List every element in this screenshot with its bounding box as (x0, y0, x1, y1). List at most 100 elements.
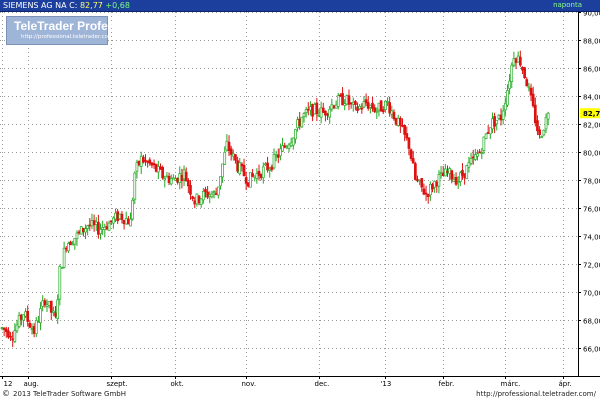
candle-up (231, 153, 235, 157)
candle-up (390, 110, 394, 115)
candle-up (178, 173, 182, 183)
candle-down (298, 118, 302, 127)
candle-up (112, 217, 115, 224)
candle-down (54, 312, 57, 317)
candle-down (229, 148, 233, 155)
candle-down (7, 330, 10, 338)
candle-down (424, 192, 428, 195)
candle-up (221, 163, 224, 178)
candle-up (249, 171, 252, 188)
candle-up (124, 218, 128, 225)
candle-down (332, 105, 336, 109)
candle-down (120, 213, 124, 220)
candle-up (86, 225, 90, 229)
candle-up (328, 108, 332, 118)
candle-up (313, 104, 317, 115)
y-tick-label: 72,00 (583, 262, 600, 270)
candle-down (283, 145, 287, 148)
candle-up (195, 193, 199, 205)
candle-down (122, 220, 126, 225)
candle-down (538, 129, 541, 136)
candle-up (345, 95, 349, 105)
candle-down (244, 177, 248, 184)
candle-down (525, 79, 529, 87)
candle-up (546, 112, 550, 120)
candle-up (351, 101, 355, 105)
candle-up (169, 178, 173, 185)
candle-down (154, 164, 158, 172)
candle-up (13, 330, 17, 342)
candle-up (225, 140, 229, 151)
candle-up (334, 104, 338, 109)
candle-up (201, 191, 205, 201)
candle-down (144, 159, 147, 162)
candle-up (56, 299, 60, 319)
candle-up (510, 64, 514, 82)
y-tick-label: 84,00 (583, 94, 600, 102)
candle-up (157, 166, 160, 173)
candle-up (377, 102, 381, 111)
candle-down (19, 314, 23, 320)
candle-down (180, 174, 184, 182)
candle-up (47, 301, 51, 307)
candle-up (34, 320, 38, 335)
candle-down (152, 163, 156, 166)
candle-down (461, 170, 464, 176)
y-tick-label: 86,00 (583, 66, 600, 74)
x-tick-label: ápr. (559, 380, 572, 388)
candle-up (429, 183, 432, 196)
footer-url[interactable]: http://professional.teletrader.com/ (476, 388, 596, 400)
candle-down (364, 99, 368, 104)
candle-down (373, 107, 377, 113)
candle-up (480, 152, 484, 154)
last-price-value: 82,77 (79, 1, 103, 10)
candle-up (101, 227, 105, 230)
candle-up (317, 114, 321, 117)
candle-down (420, 178, 424, 188)
candle-down (49, 300, 53, 313)
candle-up (458, 172, 462, 182)
candle-down (471, 156, 475, 159)
candle-down (478, 151, 481, 154)
candle-down (64, 247, 68, 250)
candle-up (0, 327, 4, 329)
candle-up (165, 175, 169, 178)
candle-up (467, 162, 471, 168)
candle-down (388, 102, 392, 114)
candle-up (274, 154, 278, 157)
candle-down (422, 188, 426, 195)
candle-up (24, 311, 27, 317)
candle-up (114, 212, 117, 220)
candle-down (26, 310, 30, 322)
y-tick-label: 76,00 (583, 206, 600, 214)
candle-up (107, 222, 111, 231)
candle-down (394, 117, 398, 125)
y-tick-label: 90,00 (583, 12, 600, 18)
candle-down (236, 160, 239, 172)
candle-up (279, 148, 282, 157)
candle-down (399, 117, 402, 126)
candle-up (512, 58, 516, 66)
candle-down (184, 171, 188, 182)
candle-up (319, 107, 323, 118)
candle-down (454, 176, 458, 185)
candle-up (396, 117, 400, 126)
instrument-symbol: SIEMENS AG NA (3, 1, 67, 10)
candle-up (45, 304, 49, 307)
x-tick-label: nov. (242, 380, 257, 388)
candle-up (62, 247, 66, 268)
candle-down (259, 174, 263, 179)
candle-up (131, 199, 134, 220)
candle-up (439, 171, 443, 174)
x-tick-label: dec. (315, 380, 330, 388)
candlestick-chart[interactable]: 66,00 68,00 70,00 72,00 74,00 76,00 78,00 80,00… (0, 12, 600, 388)
candle-down (146, 161, 149, 163)
candle-up (135, 162, 139, 172)
candle-down (392, 111, 396, 120)
candle-down (381, 109, 385, 113)
candle-down (523, 67, 526, 79)
candle-up (71, 243, 75, 246)
candle-up (495, 119, 499, 125)
y-tick-label: 74,00 (583, 234, 600, 242)
candle-down (431, 184, 434, 190)
